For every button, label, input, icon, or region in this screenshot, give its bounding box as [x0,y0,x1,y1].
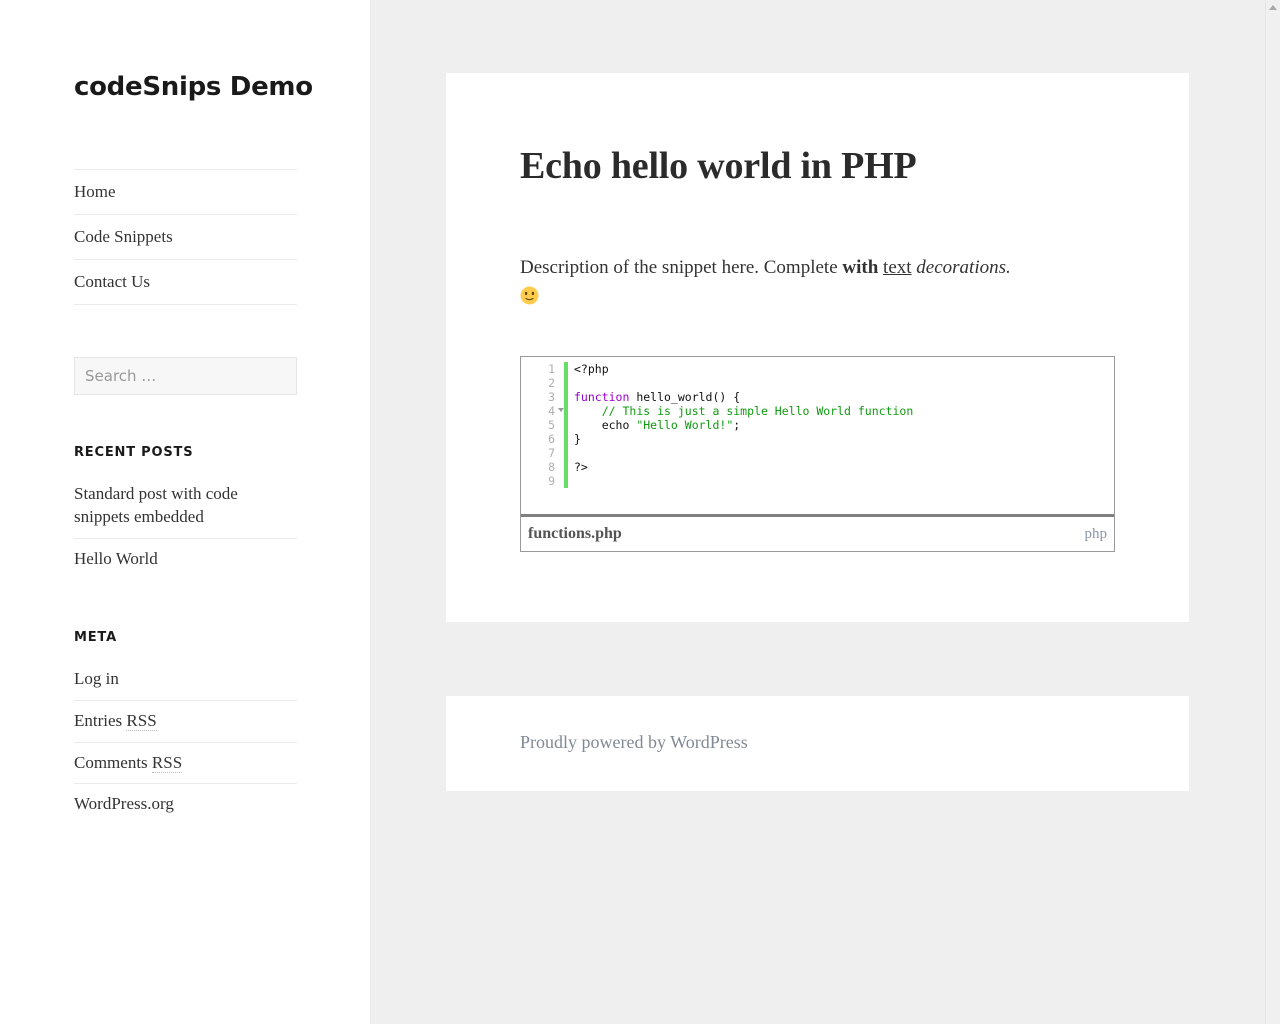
code-line: ?> [574,460,1114,474]
meta-link-comments-rss[interactable]: Comments RSS [74,743,297,784]
code-gutter: 123456789 [521,362,564,489]
meta-label: WordPress.org [74,794,174,814]
line-number: 9 [548,474,555,489]
list-item: Hello World [74,539,297,580]
list-item: WordPress.org [74,784,297,825]
line-number: 6 [548,432,555,447]
code-table: 123456789 <?php function hello_world() {… [521,357,1114,489]
abbr-rss: RSS [151,752,183,773]
line-number: 8 [548,460,555,475]
desc-text-italic: decorations. [916,256,1011,278]
code-line: <?php [574,362,1114,376]
search-widget [74,356,297,395]
footer-credit-link[interactable]: Proudly powered by WordPress [520,732,748,752]
code-token: // This is just a simple Hello World fun… [601,404,914,419]
desc-text-plain: Description of the snippet here. Complet… [520,256,843,278]
meta-link-wordpress-org[interactable]: WordPress.org [74,784,297,825]
main-content: Echo hello world in PHP Description of t… [371,0,1280,1024]
abbr-rss: RSS [126,710,157,731]
recent-post-link-2[interactable]: Hello World [74,539,297,580]
code-token: hello_world() { [629,390,741,405]
meta-link-entries-rss[interactable]: Entries RSS [74,701,297,742]
line-number: 4 [521,404,564,418]
nav-item-code-snippets[interactable]: Code Snippets [74,215,297,260]
list-item: Log in [74,659,297,701]
desc-text-underline: text [883,256,912,278]
code-snippet-footer: functions.php php [521,517,1114,552]
widget-recent-posts: Recent Posts Standard post with code sni… [74,445,297,580]
line-number: 1 [548,362,555,377]
site-footer: Proudly powered by WordPress [446,696,1189,792]
primary-navigation: Home Code Snippets Contact Us [74,169,297,305]
line-number: 2 [548,376,555,391]
recent-posts-list: Standard post with code snippets embedde… [74,474,297,580]
list-item: Standard post with code snippets embedde… [74,474,297,540]
meta-list: Log in Entries RSS Comments RSS WordPres… [74,659,297,825]
recent-post-link-1[interactable]: Standard post with code snippets embedde… [74,474,297,539]
code-token: ?> [574,460,588,475]
nav-item-contact-us[interactable]: Contact Us [74,260,297,305]
code-snippet-body[interactable]: 123456789 <?php function hello_world() {… [521,357,1114,518]
code-token: function [574,390,630,405]
site-title[interactable]: codeSnips Demo [74,72,313,103]
meta-label: Entries [74,710,127,730]
code-line: function hello_world() { [574,390,1114,404]
code-snippet-block: 123456789 <?php function hello_world() {… [520,356,1115,553]
meta-label: Comments [74,752,152,772]
snippet-filename: functions.php [528,525,622,543]
search-input[interactable] [74,356,297,395]
code-lines: <?php function hello_world() { // This i… [568,362,1114,488]
code-token: } [574,432,581,447]
code-token: ; [733,418,741,433]
fold-collapse-icon[interactable] [558,408,564,413]
code-token: "Hello World!" [636,418,734,433]
line-number: 5 [548,418,555,433]
code-token: <?php [574,362,609,377]
nav-item-home[interactable]: Home [74,170,297,215]
line-number: 3 [548,390,555,405]
code-token: echo [574,418,637,433]
code-line: // This is just a simple Hello World fun… [574,404,1114,418]
meta-link-log-in[interactable]: Log in [74,659,297,700]
desc-text-bold: with [842,256,879,278]
code-line: } [574,432,1114,446]
list-item: Comments RSS [74,743,297,785]
snippet-language: php [1084,525,1108,542]
page-title: Echo hello world in PHP [520,145,917,187]
line-number: 7 [548,446,555,461]
code-line: echo "Hello World!"; [574,418,1114,432]
article-card: Echo hello world in PHP Description of t… [446,73,1189,623]
widget-meta: Meta Log in Entries RSS Comments RSS Wor… [74,630,297,825]
page-root: codeSnips Demo Home Code Snippets Contac… [0,0,1280,1024]
article-description: Description of the snippet here. Complet… [520,253,1115,312]
vertical-scrollbar[interactable] [1265,0,1280,1024]
widget-title-recent-posts: Recent Posts [74,444,194,460]
sidebar: codeSnips Demo Home Code Snippets Contac… [0,0,371,1024]
scroll-up-arrow-icon[interactable] [1269,5,1277,10]
list-item: Entries RSS [74,701,297,743]
widget-title-meta: Meta [74,629,117,645]
meta-label: Log in [74,668,119,688]
slightly-smiling-face-icon [520,285,539,305]
